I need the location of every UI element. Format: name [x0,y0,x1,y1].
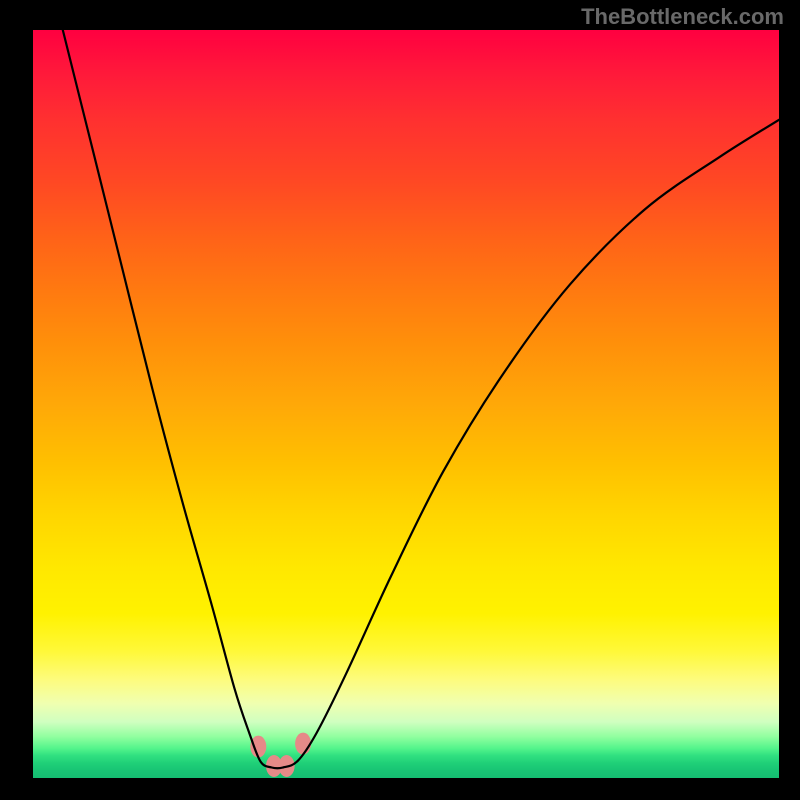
chart-frame: TheBottleneck.com [0,0,800,800]
curve-layer [0,0,800,800]
valley-blob-right [295,733,311,755]
valley-blob-left [250,736,266,758]
bottleneck-curve [63,30,779,768]
